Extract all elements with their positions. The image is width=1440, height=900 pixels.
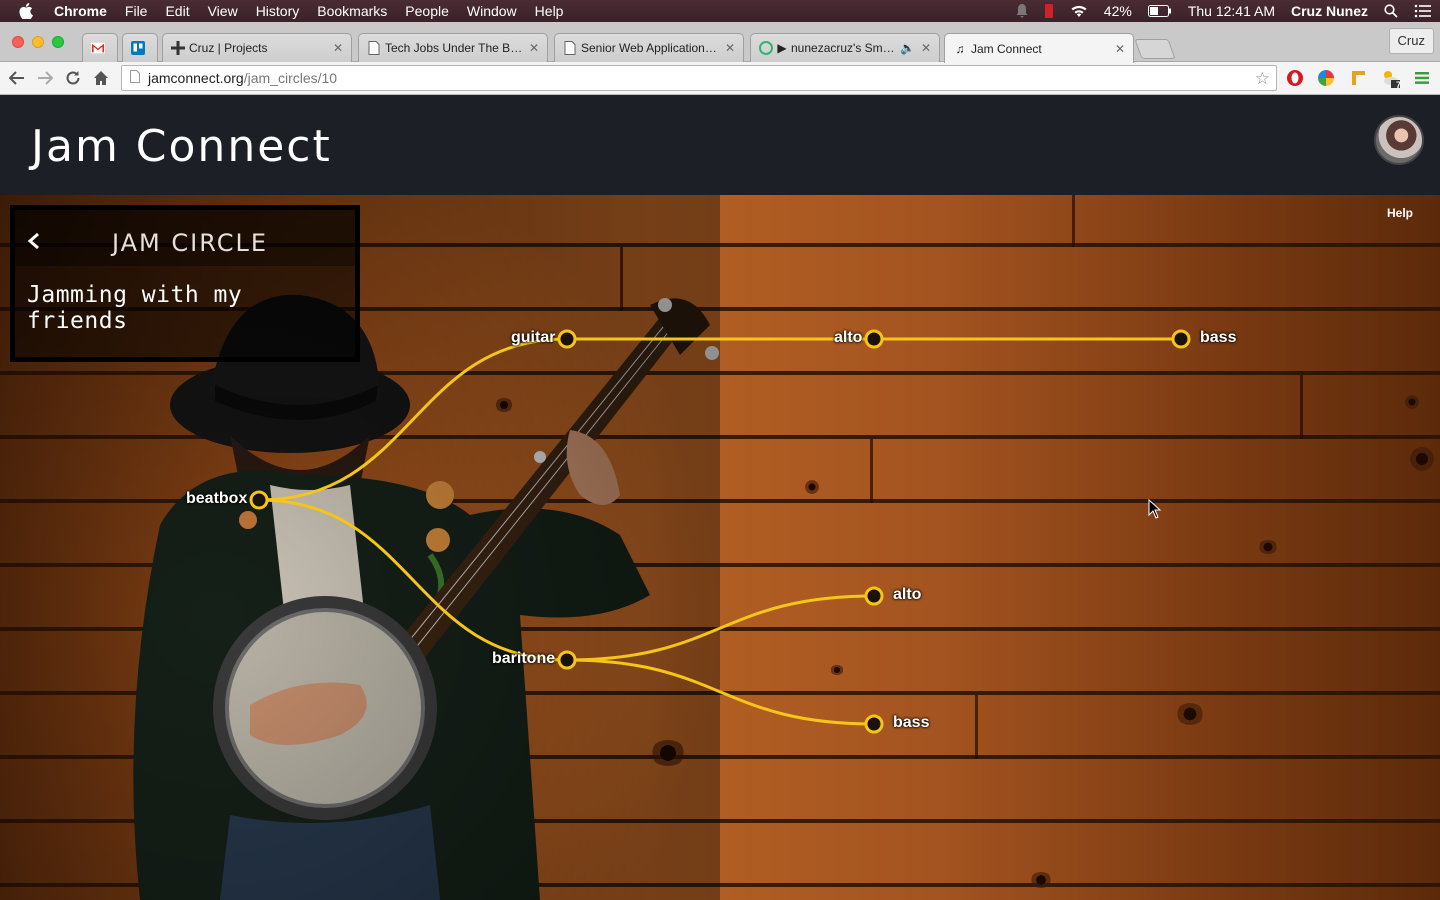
close-tab-icon[interactable]: ✕ [529, 41, 539, 55]
menu-chrome[interactable]: Chrome [48, 0, 116, 22]
notification-bell-icon[interactable] [1008, 4, 1036, 18]
graph-edge-baritone-alto2 [566, 594, 875, 662]
menubar-status-area: 42% Thu 12:41 AM Cruz Nunez [1008, 0, 1440, 22]
bookmark-star-icon[interactable]: ☆ [1255, 69, 1270, 89]
node-label-guitar[interactable]: guitar [511, 329, 555, 347]
document-icon [563, 41, 577, 55]
graph-edge-beatbox-guitar [258, 337, 568, 502]
menu-file[interactable]: File [116, 0, 157, 22]
url-path: /jam_circles/10 [243, 70, 338, 86]
graph-node-beatbox[interactable] [249, 490, 269, 510]
tab-title: Jam Connect [971, 41, 1042, 56]
graph-edge-beatbox-baritone [258, 498, 568, 662]
reload-icon[interactable] [62, 67, 84, 89]
macos-menu-bar: Chrome File Edit View History Bookmarks … [0, 0, 1440, 22]
graph-node-baritone[interactable] [557, 650, 577, 670]
tab-cruz-projects[interactable]: Cruz | Projects ✕ [162, 33, 352, 62]
home-icon[interactable] [90, 67, 112, 89]
tab-tech-jobs[interactable]: Tech Jobs Under The Big T ✕ [358, 33, 548, 62]
color-wheel-extension-icon[interactable] [1316, 68, 1336, 88]
notification-center-icon[interactable] [1406, 4, 1440, 18]
graph-node-bass1[interactable] [1171, 329, 1191, 349]
window-close-button[interactable] [12, 36, 24, 48]
tab-title: Tech Jobs Under The Big T [385, 41, 523, 55]
chrome-menu-icon[interactable] [1412, 68, 1432, 88]
apple-icon[interactable] [16, 0, 36, 22]
ruler-extension-icon[interactable] [1348, 68, 1368, 88]
new-tab-button[interactable] [1134, 39, 1176, 59]
close-tab-icon[interactable]: ✕ [921, 41, 931, 55]
user-avatar[interactable] [1374, 115, 1424, 165]
graph-node-alto1[interactable] [864, 329, 884, 349]
tab-trello[interactable] [122, 33, 158, 62]
browser-toolbar: jamconnect.org/jam_circles/10 ☆ 7 [0, 62, 1440, 95]
menubar-clock[interactable]: Thu 12:41 AM [1180, 0, 1283, 22]
app-title[interactable]: Jam Connect [31, 121, 332, 172]
menu-bookmarks[interactable]: Bookmarks [308, 0, 396, 22]
tab-title: Cruz | Projects [189, 41, 268, 55]
gmail-icon [91, 41, 105, 55]
document-icon [367, 41, 381, 55]
tab-title: nunezacruz's Smule [791, 41, 896, 55]
jam-circle-description: Jamming with my friends [27, 282, 243, 334]
window-minimize-button[interactable] [32, 36, 44, 48]
url-host: jamconnect.org [148, 70, 244, 86]
tab-jam-connect[interactable]: ♫ Jam Connect ✕ [944, 33, 1134, 63]
plus-icon [171, 41, 185, 55]
panel-heading: JAM CIRCLE [111, 229, 269, 257]
graph-node-guitar[interactable] [557, 329, 577, 349]
tab-title: Senior Web Applications D [581, 41, 719, 55]
page-icon [130, 70, 140, 86]
playing-icon: ▶ [777, 41, 787, 55]
menu-help[interactable]: Help [526, 0, 573, 22]
extension-badge: 7 [1395, 80, 1401, 90]
wifi-icon[interactable] [1062, 4, 1096, 18]
graph-node-bass2[interactable] [864, 714, 884, 734]
app-header: Jam Connect [0, 95, 1440, 195]
help-link[interactable]: Help [1387, 206, 1413, 220]
node-label-bass2[interactable]: bass [893, 714, 929, 732]
spotlight-search-icon[interactable] [1376, 4, 1406, 18]
trello-icon [131, 41, 145, 55]
music-note-icon: ♫ [955, 41, 965, 56]
node-label-beatbox[interactable]: beatbox [186, 490, 247, 508]
tab-gmail[interactable] [82, 33, 118, 62]
address-bar[interactable]: jamconnect.org/jam_circles/10 ☆ [121, 65, 1277, 91]
forward-arrow-icon[interactable] [34, 67, 56, 89]
battery-percent: 42% [1103, 3, 1132, 19]
close-tab-icon[interactable]: ✕ [725, 41, 735, 55]
graph-edge-baritone-bass2 [566, 658, 875, 726]
mouse-cursor-icon [1148, 499, 1162, 519]
jam-circle-stage: beatbox guitar alto bass baritone alto bass JA… [0, 195, 1440, 900]
close-tab-icon[interactable]: ✕ [1115, 42, 1125, 56]
graph-edges [258, 337, 1181, 726]
graph-nodes [249, 329, 1191, 734]
tab-smule[interactable]: ▶ nunezacruz's Smule 🔈 ✕ [750, 33, 940, 62]
red-tag-icon[interactable] [1036, 4, 1062, 18]
node-label-alto2[interactable]: alto [893, 586, 921, 604]
menu-history[interactable]: History [247, 0, 309, 22]
menubar-user[interactable]: Cruz Nunez [1283, 0, 1376, 22]
browser-tab-bar: Cruz | Projects ✕ Tech Jobs Under The Bi… [0, 22, 1440, 63]
opera-extension-icon[interactable] [1285, 68, 1305, 88]
smule-icon [759, 41, 773, 55]
profile-button[interactable]: Cruz [1388, 28, 1434, 54]
menu-edit[interactable]: Edit [156, 0, 198, 22]
speaker-icon[interactable]: 🔈 [900, 41, 915, 55]
jam-circle-panel: JAM CIRCLE Jamming with my friends [10, 205, 360, 362]
close-tab-icon[interactable]: ✕ [333, 41, 343, 55]
menu-view[interactable]: View [199, 0, 247, 22]
tab-senior-web-applications[interactable]: Senior Web Applications D ✕ [554, 33, 744, 62]
graph-node-alto2[interactable] [864, 586, 884, 606]
menu-people[interactable]: People [396, 0, 458, 22]
battery-icon[interactable] [1140, 5, 1180, 17]
back-arrow-icon[interactable] [6, 67, 28, 89]
menu-window[interactable]: Window [458, 0, 526, 22]
node-label-bass1[interactable]: bass [1200, 329, 1236, 347]
weather-extension-icon[interactable]: 7 [1380, 68, 1401, 90]
node-label-baritone[interactable]: baritone [492, 650, 555, 668]
node-label-alto1[interactable]: alto [834, 329, 862, 347]
window-zoom-button[interactable] [52, 36, 64, 48]
